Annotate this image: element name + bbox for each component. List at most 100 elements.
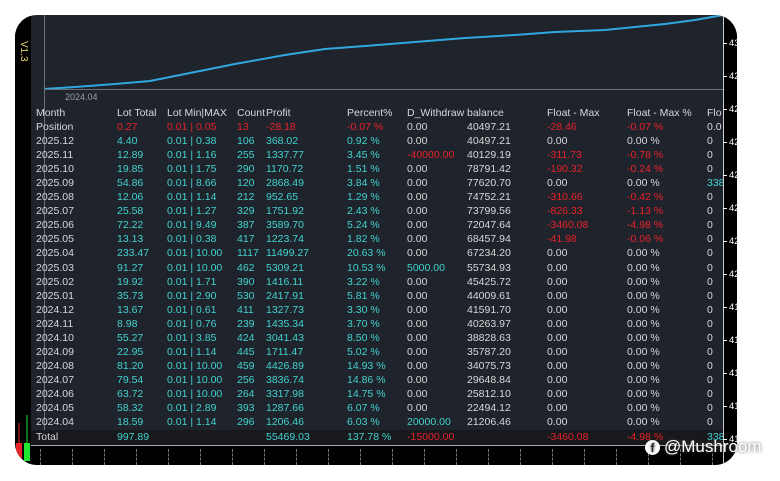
table-cell-balance: 29648.84	[467, 373, 511, 386]
table-cell-float-max-pct: -0.06 %	[627, 233, 664, 246]
table-cell-count: 106	[237, 135, 255, 148]
table-cell-balance: 40263.97	[467, 317, 511, 330]
table-cell-profit: 11499.27	[266, 247, 310, 260]
table-cell-profit: 4426.89	[266, 359, 304, 372]
table-cell-withdraw: 0.00	[407, 289, 428, 302]
table-cell-lot-total: 12.06	[117, 191, 144, 204]
table-cell-lot-total: 54.86	[117, 177, 144, 190]
table-cell-withdraw: 20000.00	[407, 416, 451, 429]
stats-table: Month Lot Total Lot Min|MAX Count Profit Perc…	[15, 15, 723, 445]
watermark-text: @Mushroom	[664, 437, 762, 456]
table-cell-float-max-pct: -4.98 %	[627, 219, 664, 232]
table-cell-balance: 25812.10	[467, 387, 511, 400]
table-cell-float: 0	[707, 205, 713, 218]
table-cell-float: 0	[707, 303, 713, 316]
time-tick	[584, 449, 585, 465]
time-axis	[31, 445, 723, 465]
table-cell-month: 2024.07	[36, 373, 74, 386]
table-cell-month: 2025.04	[36, 247, 74, 260]
table-cell-float: 0	[707, 387, 713, 400]
table-cell-count: 255	[237, 149, 255, 162]
table-cell-float: 0	[707, 345, 713, 358]
table-cell-count: 417	[237, 233, 255, 246]
table-cell-profit: 2868.49	[266, 177, 304, 190]
price-tick: 4284.75	[723, 104, 737, 115]
table-cell-profit: 1751.92	[266, 205, 304, 218]
table-cell-float-max: -311.73	[547, 149, 582, 162]
table-cell-float: 0	[707, 275, 713, 288]
table-cell-lot-minmax: 0.01 | 10.00	[167, 373, 223, 386]
column-header: Lot Min|MAX	[167, 107, 227, 119]
table-cell-percent: 5.02 %	[347, 345, 380, 358]
table-cell-count: 445	[237, 345, 255, 358]
table-cell-balance: 68457.94	[467, 233, 511, 246]
table-cell-withdraw: 0.00	[407, 177, 428, 190]
table-cell-count: 390	[237, 275, 255, 288]
trading-panel: V1.3 2024.04 Month Lot Total Lot Min|MAX Co…	[15, 15, 737, 465]
table-cell-percent: 14.93 %	[347, 359, 386, 372]
price-tick: 4224.45	[723, 236, 737, 247]
table-cell-float-max: 0.00	[547, 387, 568, 400]
table-cell-balance: 72047.64	[467, 219, 511, 232]
table-cell-lot-total: 35.73	[117, 289, 144, 302]
table-cell-percent: 20.63 %	[347, 247, 386, 260]
table-cell-lot-total: 19.92	[117, 275, 144, 288]
table-cell-month: 2024.11	[36, 317, 74, 330]
table-cell-float-max: 0.00	[547, 373, 568, 386]
table-cell-float-max: 0.00	[547, 331, 568, 344]
time-tick	[296, 449, 297, 465]
table-cell-float: 0	[707, 261, 713, 274]
table-cell-lot-total: 19.85	[117, 163, 144, 176]
table-cell-float-max: 0.00	[547, 416, 568, 429]
time-tick	[40, 449, 41, 465]
table-cell-float-max-pct: 0.00 %	[627, 359, 660, 372]
table-cell-withdraw: 0.00	[407, 303, 428, 316]
table-cell-percent: 5.81 %	[347, 289, 380, 302]
table-cell-count: 120	[237, 177, 255, 190]
table-cell-count: 411	[237, 303, 254, 316]
table-cell-float-max-pct: -0.24 %	[627, 163, 664, 176]
table-cell-percent: 3.45 %	[347, 149, 380, 162]
column-header: D_Withdraw	[407, 107, 465, 119]
table-cell-balance: 78791.42	[467, 163, 511, 176]
price-tick: 4164.60	[723, 368, 737, 379]
table-cell-lot-minmax: 0.01 | 2.90	[167, 289, 217, 302]
price-tick: 4314.90	[723, 38, 737, 49]
table-cell-withdraw: 0.00	[407, 359, 428, 372]
table-cell-lot-minmax: 0.01 | 2.89	[167, 402, 217, 414]
table-cell-count: 296	[237, 416, 255, 429]
table-cell-percent: 0.92 %	[347, 135, 380, 148]
table-cell-balance: 67234.20	[467, 247, 511, 260]
table-cell-lot-total: 13.67	[117, 303, 144, 316]
column-header: Percent%	[347, 107, 393, 119]
table-cell-float-max-pct: 0.00 %	[627, 387, 660, 400]
table-cell-float-max: 0.00	[547, 275, 568, 288]
table-cell-withdraw: -40000.00	[407, 149, 455, 162]
table-cell-lot-minmax: 0.01 | 0.05	[167, 121, 217, 133]
price-tick: 4209.60	[723, 269, 737, 280]
table-cell-lot-total: 8.98	[117, 317, 138, 330]
table-cell-lot-minmax: 0.01 | 0.76	[167, 317, 217, 330]
table-cell-float-max: -41.98	[547, 233, 577, 246]
table-cell-lot-total: 13.13	[117, 233, 144, 246]
table-cell-count: 212	[237, 191, 255, 204]
table-cell-profit: 1711.47	[266, 345, 304, 358]
table-cell-float-max-pct: -1.13 %	[627, 205, 664, 218]
table-cell-month: 2025.12	[36, 135, 74, 148]
time-tick	[200, 449, 201, 465]
table-cell-float-max: -826.33	[547, 205, 583, 218]
table-cell-float-max-pct: -0.42 %	[627, 191, 664, 204]
table-cell-lot-minmax: 0.01 | 1.27	[167, 205, 217, 218]
table-cell-profit: 368.02	[266, 135, 299, 148]
table-cell-float-max: -310.66	[547, 191, 583, 204]
table-cell-lot-minmax: 0.01 | 1.75	[167, 163, 217, 176]
table-cell-lot-minmax: 0.01 | 0.38	[167, 135, 217, 148]
table-cell-month: 2024.08	[36, 359, 74, 372]
table-cell-float-max-pct: 0.00 %	[627, 177, 660, 190]
green-bar	[24, 443, 30, 461]
table-cell-float-max-pct: 0.00 %	[627, 345, 660, 358]
column-header: Float - Max %	[627, 107, 692, 119]
table-cell-withdraw: 0.00	[407, 247, 428, 260]
table-cell-lot-total: 79.54	[117, 373, 144, 386]
watermark: f @Mushroom	[645, 437, 762, 457]
